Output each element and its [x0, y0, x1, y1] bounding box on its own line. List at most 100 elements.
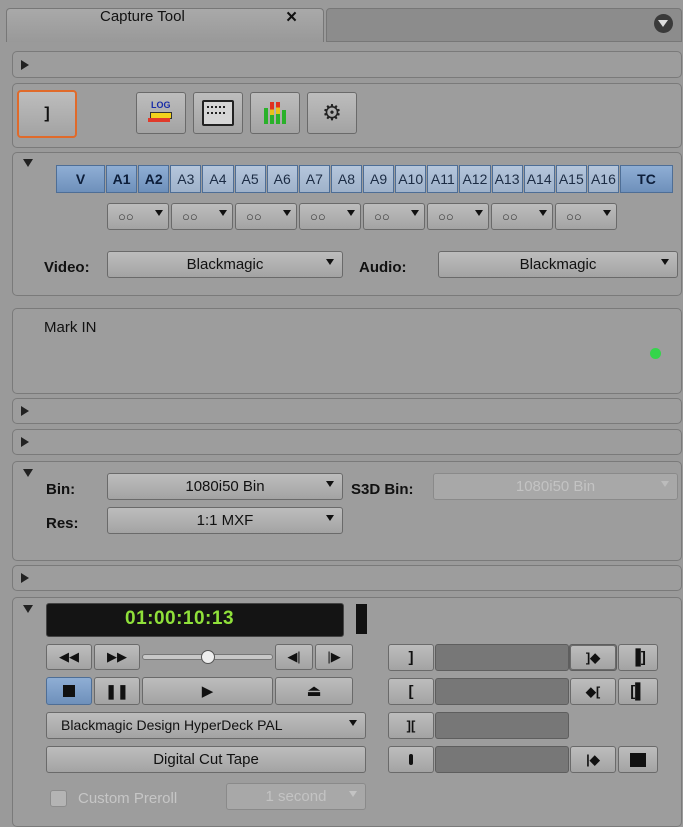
track-button-a15[interactable]: A15: [555, 165, 587, 193]
track-button-a2[interactable]: A2: [138, 165, 170, 193]
s3d-bin-select: 1080i50 Bin: [433, 473, 678, 500]
audio-channel-select-1[interactable]: ○○: [107, 203, 169, 230]
track-button-a8[interactable]: A8: [330, 165, 362, 193]
duration-button[interactable]: ][: [388, 712, 434, 739]
digital-cut-button[interactable]: Digital Cut Tape: [46, 746, 366, 773]
expand-triangle-icon[interactable]: [21, 60, 29, 70]
collapsed-panel-1[interactable]: [12, 51, 682, 78]
resolution-value: 1:1 MXF: [196, 512, 254, 529]
resolution-label: Res:: [46, 515, 79, 532]
shuttle-slider[interactable]: [142, 644, 273, 670]
deck-select[interactable]: Blackmagic Design HyperDeck PAL: [46, 712, 366, 739]
settings-button[interactable]: ⚙: [307, 92, 357, 134]
track-button-a13[interactable]: A13: [491, 165, 523, 193]
track-button-a5[interactable]: A5: [234, 165, 266, 193]
audio-channel-select-7[interactable]: ○○: [491, 203, 553, 230]
audio-channel-value: ○○: [438, 209, 454, 224]
clear-out-button[interactable]: ▐]: [618, 644, 658, 671]
fast-menu-button[interactable]: [654, 14, 673, 33]
track-button-a10[interactable]: A10: [395, 165, 427, 193]
tab-title: Capture Tool: [100, 8, 185, 25]
chevron-down-icon: [155, 210, 163, 216]
audio-channel-select-6[interactable]: ○○: [427, 203, 489, 230]
track-button-a9[interactable]: A9: [363, 165, 395, 193]
expand-triangle-icon[interactable]: [21, 437, 29, 447]
custom-preroll-checkbox[interactable]: [50, 790, 67, 807]
expand-triangle-icon[interactable]: [21, 406, 29, 416]
audio-mark-field[interactable]: [435, 746, 569, 773]
go-to-audio-mark-button[interactable]: |◆: [570, 746, 616, 773]
collapse-triangle-icon[interactable]: [23, 159, 33, 167]
chevron-down-icon: [539, 210, 547, 216]
custom-preroll-label: Custom Preroll: [78, 790, 178, 807]
rewind-button[interactable]: ◀◀: [46, 644, 92, 670]
duration-field[interactable]: [435, 712, 569, 739]
chevron-down-icon: [283, 210, 291, 216]
chevron-down-icon: [326, 259, 334, 265]
log-mode-button[interactable]: LOG: [136, 92, 186, 134]
clear-in-button[interactable]: [▌: [618, 678, 658, 705]
collapsed-panel-4[interactable]: [12, 565, 682, 591]
collapsed-panel-3[interactable]: [12, 429, 682, 455]
audio-channel-select-4[interactable]: ○○: [299, 203, 361, 230]
step-forward-button[interactable]: |▶: [315, 644, 353, 670]
video-input-select[interactable]: Blackmagic: [107, 251, 343, 278]
collapse-triangle-icon[interactable]: [23, 605, 33, 613]
shuttle-knob[interactable]: [200, 650, 215, 664]
expand-triangle-icon[interactable]: [21, 573, 29, 583]
rewind-icon: ◀◀: [59, 649, 79, 664]
audio-channel-select-2[interactable]: ○○: [171, 203, 233, 230]
go-to-in-button[interactable]: ◆[: [570, 678, 616, 705]
mark-out-button[interactable]: ]: [388, 644, 434, 671]
track-button-a12[interactable]: A12: [459, 165, 491, 193]
close-tab-button[interactable]: ×: [286, 7, 297, 29]
track-button-a14[interactable]: A14: [523, 165, 555, 193]
track-button-a7[interactable]: A7: [298, 165, 330, 193]
collapse-triangle-icon[interactable]: [23, 469, 33, 477]
log-icon: LOG: [148, 100, 174, 126]
track-button-a6[interactable]: A6: [266, 165, 298, 193]
audio-input-label: Audio:: [359, 259, 407, 276]
bin-select[interactable]: 1080i50 Bin: [107, 473, 343, 500]
chevron-down-icon: [349, 791, 357, 797]
chevron-down-icon: [661, 481, 669, 487]
track-button-v[interactable]: V: [56, 165, 105, 193]
video-input-label: Video:: [44, 259, 90, 276]
mark-in-button[interactable]: [: [388, 678, 434, 705]
track-button-a11[interactable]: A11: [427, 165, 459, 193]
mark-in-field[interactable]: [435, 678, 569, 705]
audio-channel-select-5[interactable]: ○○: [363, 203, 425, 230]
chevron-down-icon: [411, 210, 419, 216]
resolution-select[interactable]: 1:1 MXF: [107, 507, 343, 534]
mark-out-icon: ]: [408, 649, 414, 666]
track-button-a4[interactable]: A4: [202, 165, 234, 193]
eject-button[interactable]: ⏏: [275, 677, 353, 705]
audio-channel-select-3[interactable]: ○○: [235, 203, 297, 230]
capture-mode-toggle-button[interactable]: ]: [17, 90, 77, 138]
go-to-out-button[interactable]: ]◆: [570, 645, 616, 670]
pause-button[interactable]: ❚❚: [94, 677, 140, 705]
deck-config-button[interactable]: [193, 92, 243, 134]
go-to-in-icon: ◆[: [585, 683, 601, 699]
audio-input-select[interactable]: Blackmagic: [438, 251, 678, 278]
mark-out-field[interactable]: [435, 644, 569, 671]
track-button-a3[interactable]: A3: [170, 165, 202, 193]
track-button-a1[interactable]: A1: [106, 165, 138, 193]
chevron-down-icon: [603, 210, 611, 216]
track-button-tc[interactable]: TC: [620, 165, 673, 193]
collapsed-panel-2[interactable]: [12, 398, 682, 424]
audio-tool-button[interactable]: [250, 92, 300, 134]
step-back-button[interactable]: ◀|: [275, 644, 313, 670]
status-message: Mark IN: [44, 319, 97, 336]
fast-forward-button[interactable]: ▶▶: [94, 644, 140, 670]
track-button-a16[interactable]: A16: [587, 165, 619, 193]
message-panel: Mark IN: [12, 308, 682, 394]
audio-channel-select-8[interactable]: ○○: [555, 203, 617, 230]
go-to-out-icon: ]◆: [585, 649, 601, 665]
audio-mark-button[interactable]: [388, 746, 434, 773]
play-button[interactable]: ▶: [142, 677, 273, 705]
chevron-down-icon: [475, 210, 483, 216]
chevron-down-icon: [326, 515, 334, 521]
stop-button[interactable]: [46, 677, 92, 705]
clear-audio-mark-button[interactable]: [618, 746, 658, 773]
